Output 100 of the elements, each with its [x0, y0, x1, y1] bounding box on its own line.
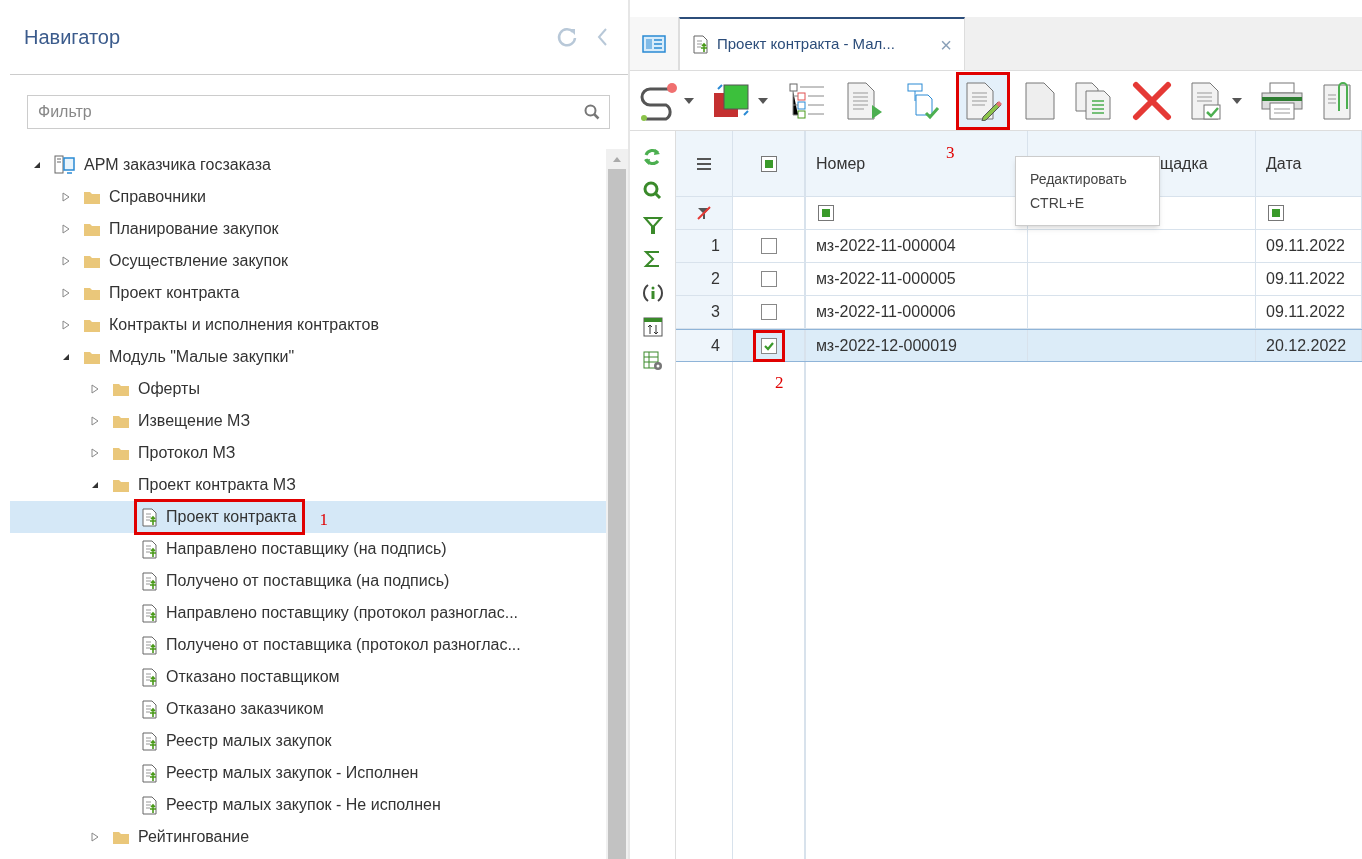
tree-item[interactable]: Отказано поставщиком: [164, 664, 342, 690]
toolbar-button[interactable]: [956, 71, 1010, 130]
tree-item[interactable]: Протокол МЗ: [136, 440, 238, 466]
row-number: 2: [676, 263, 733, 295]
table-cell-text: мз-2022-11-000004: [816, 236, 956, 256]
table-row[interactable]: 2 мз-2022-11-000005 09.11.2022: [676, 263, 1362, 296]
checkbox[interactable]: [760, 337, 777, 354]
document-icon: [141, 699, 158, 719]
row-number: 3: [676, 296, 733, 328]
tree-item[interactable]: Извещение МЗ: [136, 408, 253, 434]
table-gear-icon[interactable]: [642, 351, 663, 371]
tree-item[interactable]: Справочники: [107, 184, 208, 210]
tree-item[interactable]: Отказано заказчиком: [164, 696, 326, 722]
document-play-icon: [844, 80, 884, 121]
folder-icon: [112, 477, 130, 493]
collapsed-icon[interactable]: [91, 416, 99, 426]
folder-icon: [83, 349, 101, 365]
tree-item[interactable]: Получено от поставщика (протокол разноглас...: [164, 632, 523, 658]
collapsed-icon[interactable]: [62, 192, 70, 202]
tree-item[interactable]: Реестр малых закупок - Не исполнен: [164, 792, 443, 818]
collapsed-icon[interactable]: [62, 256, 70, 266]
folder-icon: [83, 285, 101, 301]
checkbox[interactable]: [760, 271, 777, 287]
folder-icon: [112, 381, 130, 397]
clear-filter-icon[interactable]: [697, 206, 711, 220]
search-icon[interactable]: [584, 104, 600, 120]
table-cell-text: мз-2022-11-000006: [816, 302, 956, 322]
collapsed-icon[interactable]: [62, 288, 70, 298]
tab[interactable]: Проект контракта - Мал... ×: [679, 17, 965, 70]
filter-checkbox[interactable]: [1268, 205, 1284, 221]
expanded-icon[interactable]: [91, 481, 99, 489]
tree-item[interactable]: Направлено поставщику (протокол разноглас...: [164, 600, 521, 626]
folder-icon: [83, 253, 101, 269]
tree-item[interactable]: Осуществление закупок: [107, 248, 291, 274]
table-cell-text: 09.11.2022: [1266, 236, 1345, 256]
scroll-up-icon[interactable]: [612, 155, 622, 163]
tree-item[interactable]: Получено от поставщика (на подпись): [164, 568, 452, 594]
document-icon: [141, 731, 158, 751]
collapsed-icon[interactable]: [91, 832, 99, 842]
select-all-checkbox[interactable]: [760, 155, 777, 172]
folder-icon: [112, 829, 130, 845]
collapsed-icon[interactable]: [91, 448, 99, 458]
document-icon: [692, 35, 709, 54]
document-icon: [141, 763, 158, 783]
computer-icon: [54, 155, 76, 175]
table-cell-text: мз-2022-11-000005: [816, 269, 956, 289]
tree-item[interactable]: АРМ заказчика госзаказа: [82, 152, 273, 178]
tree-item[interactable]: Реестр малых закупок - Исполнен: [164, 760, 421, 786]
refresh-icon[interactable]: [642, 147, 663, 167]
tree-list-icon: [786, 80, 826, 121]
copy-documents-icon: [1074, 80, 1114, 121]
info-icon[interactable]: [642, 283, 663, 303]
document-pencil-icon: [963, 80, 1003, 121]
folder-icon: [83, 221, 101, 237]
table-cell-text: 09.11.2022: [1266, 269, 1345, 289]
folder-icon: [83, 189, 101, 205]
folder-icon: [83, 317, 101, 333]
checkbox[interactable]: [760, 304, 777, 320]
collapsed-icon[interactable]: [62, 224, 70, 234]
document-icon: [141, 667, 158, 687]
collapsed-icon[interactable]: [62, 320, 70, 330]
tree-item[interactable]: Оферты: [136, 376, 202, 402]
scrollbar[interactable]: [606, 149, 628, 859]
tree-item[interactable]: Проект контракта МЗ: [136, 472, 298, 498]
row-number: 4: [676, 330, 733, 361]
expanded-icon[interactable]: [62, 353, 70, 361]
filter-checkbox[interactable]: [818, 205, 834, 221]
funnel-icon[interactable]: [642, 215, 663, 235]
folder-icon: [112, 445, 130, 461]
tooltip-shortcut: CTRL+E: [1030, 194, 1086, 213]
table-cell-text: 20.12.2022: [1266, 335, 1347, 356]
panel-title: Навигатор: [24, 25, 121, 50]
tree-item[interactable]: Модуль "Малые закупки": [107, 344, 297, 370]
menu-icon[interactable]: [697, 157, 711, 170]
checkbox[interactable]: [760, 238, 777, 254]
document-icon: [141, 571, 158, 591]
delete-icon: [1132, 80, 1172, 121]
route-icon: [638, 80, 678, 121]
column-header[interactable]: Дата: [1256, 131, 1362, 196]
scroll-thumb[interactable]: [608, 169, 626, 859]
collapsed-icon[interactable]: [91, 384, 99, 394]
tree-item[interactable]: Контракты и исполнения контрактов: [107, 312, 381, 338]
document-icon: [141, 603, 158, 623]
tree-item[interactable]: Направлено поставщику (на подпись): [164, 536, 449, 562]
table-cell-text: мз-2022-12-000019: [816, 335, 957, 356]
filter-field[interactable]: Фильтр: [27, 95, 610, 129]
callout-number: 2: [775, 372, 784, 394]
tree-item[interactable]: Реестр малых закупок: [164, 728, 334, 754]
document-icon: [141, 539, 158, 559]
tree-item[interactable]: Рейтингование: [136, 824, 252, 850]
search-icon[interactable]: [642, 181, 663, 201]
tree-item[interactable]: Проект контракта: [107, 280, 242, 306]
document-icon: [141, 635, 158, 655]
sort-table-icon[interactable]: [642, 317, 663, 337]
blank-document-icon: [1024, 80, 1056, 121]
tree-item[interactable]: Проект контракта: [164, 504, 299, 530]
tree-item[interactable]: Планирование закупок: [107, 216, 281, 242]
folder-icon: [112, 413, 130, 429]
table-row[interactable]: 1 мз-2022-11-000004 09.11.2022: [676, 230, 1362, 263]
expanded-icon[interactable]: [33, 161, 41, 169]
